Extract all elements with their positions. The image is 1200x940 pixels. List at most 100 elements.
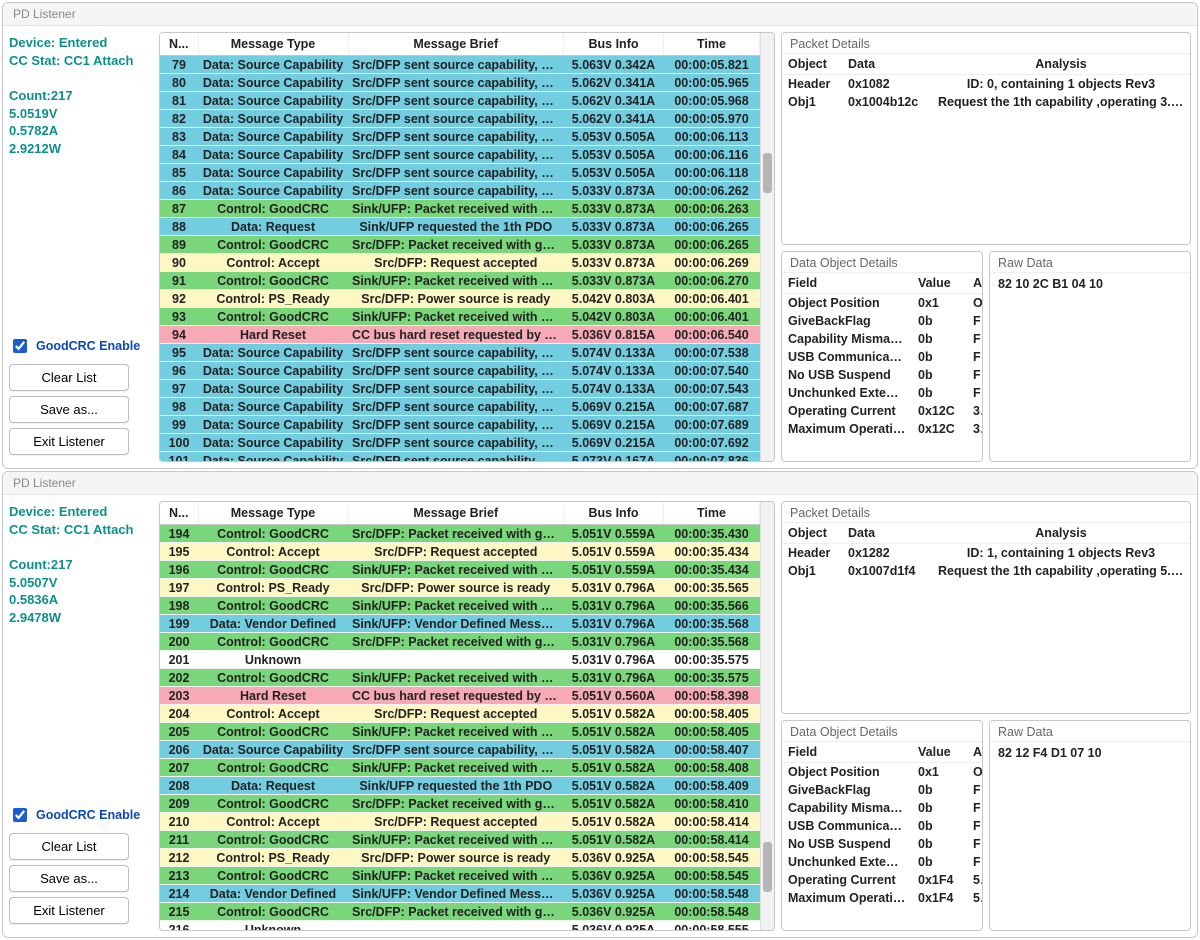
scrollbar-thumb[interactable] — [763, 842, 772, 892]
side-panel: Device: EnteredCC Stat: CC1 AttachCount:… — [3, 26, 159, 468]
table-row[interactable]: 84Data: Source CapabilitySrc/DFP sent so… — [160, 146, 760, 164]
table-row[interactable]: 214Data: Vendor DefinedSink/UFP: Vendor … — [160, 885, 760, 903]
data-object-details-panel: Data Object Details FieldValueAnalysisOb… — [781, 251, 983, 462]
table-row[interactable]: 198Control: GoodCRCSink/UFP: Packet rece… — [160, 597, 760, 615]
scrollbar-thumb[interactable] — [763, 153, 772, 193]
dod-row[interactable]: Object Position0x1Object(PDO) 1 — [782, 763, 982, 782]
dod-row[interactable]: Operating Current0x1F45000mA — [782, 871, 982, 889]
table-row[interactable]: 215Control: GoodCRCSrc/DFP: Packet recei… — [160, 903, 760, 921]
table-row[interactable]: 211Control: GoodCRCSink/UFP: Packet rece… — [160, 831, 760, 849]
packet-row[interactable]: Obj10x1007d1f4Request the 1th capability… — [782, 562, 1190, 580]
data-object-details-title: Data Object Details — [782, 252, 982, 273]
table-row[interactable]: 204Control: AcceptSrc/DFP: Request accep… — [160, 705, 760, 723]
message-table-container: N... Message Type Message Brief Bus Info… — [159, 501, 775, 931]
table-row[interactable]: 196Control: GoodCRCSink/UFP: Packet rece… — [160, 561, 760, 579]
device-status: Device: EnteredCC Stat: CC1 Attach — [9, 34, 153, 69]
scrollbar[interactable] — [760, 502, 774, 930]
window-title: PD Listener — [3, 472, 1197, 495]
table-row[interactable]: 80Data: Source CapabilitySrc/DFP sent so… — [160, 74, 760, 92]
table-row[interactable]: 197Control: PS_ReadySrc/DFP: Power sourc… — [160, 579, 760, 597]
side-panel: Device: EnteredCC Stat: CC1 AttachCount:… — [3, 495, 159, 937]
table-row[interactable]: 81Data: Source CapabilitySrc/DFP sent so… — [160, 92, 760, 110]
table-row[interactable]: 212Control: PS_ReadySrc/DFP: Power sourc… — [160, 849, 760, 867]
table-row[interactable]: 98Data: Source CapabilitySrc/DFP sent so… — [160, 398, 760, 416]
packet-row[interactable]: Header0x1082ID: 0, containing 1 objects … — [782, 75, 1190, 94]
dod-row[interactable]: No USB Suspend0bFalse — [782, 366, 982, 384]
table-row[interactable]: 93Control: GoodCRCSink/UFP: Packet recei… — [160, 308, 760, 326]
col-bus[interactable]: Bus Info — [564, 502, 664, 525]
dod-row[interactable]: No USB Suspend0bFalse — [782, 835, 982, 853]
dod-row[interactable]: Object Position0x1Object(PDO) 1 — [782, 294, 982, 313]
clear-list-button[interactable]: Clear List — [9, 364, 129, 391]
packet-row[interactable]: Header0x1282ID: 1, containing 1 objects … — [782, 544, 1190, 563]
goodcrc-enable-checkbox[interactable]: GoodCRC Enable — [9, 805, 153, 825]
table-row[interactable]: 101Data: Source CapabilitySrc/DFP sent s… — [160, 452, 760, 462]
table-row[interactable]: 202Control: GoodCRCSink/UFP: Packet rece… — [160, 669, 760, 687]
table-row[interactable]: 100Data: Source CapabilitySrc/DFP sent s… — [160, 434, 760, 452]
table-row[interactable]: 90Control: AcceptSrc/DFP: Request accept… — [160, 254, 760, 272]
table-row[interactable]: 82Data: Source CapabilitySrc/DFP sent so… — [160, 110, 760, 128]
table-row[interactable]: 85Data: Source CapabilitySrc/DFP sent so… — [160, 164, 760, 182]
col-bus[interactable]: Bus Info — [564, 33, 664, 56]
table-row[interactable]: 210Control: AcceptSrc/DFP: Request accep… — [160, 813, 760, 831]
goodcrc-enable-checkbox[interactable]: GoodCRC Enable — [9, 336, 153, 356]
col-num[interactable]: N... — [160, 502, 198, 525]
exit-listener-button[interactable]: Exit Listener — [9, 428, 129, 455]
exit-listener-button[interactable]: Exit Listener — [9, 897, 129, 924]
data-object-details-panel: Data Object Details FieldValueAnalysisOb… — [781, 720, 983, 931]
dod-row[interactable]: Unchunked Extende...0bFalse — [782, 853, 982, 871]
table-row[interactable]: 83Data: Source CapabilitySrc/DFP sent so… — [160, 128, 760, 146]
pd-listener-panel: PD ListenerDevice: EnteredCC Stat: CC1 A… — [2, 471, 1198, 938]
dod-row[interactable]: GiveBackFlag0bFalse — [782, 781, 982, 799]
col-brief[interactable]: Message Brief — [348, 502, 564, 525]
raw-data-panel: Raw Data 82 12 F4 D1 07 10 — [989, 720, 1191, 931]
dod-row[interactable]: Capability Mismatch0bFalse — [782, 799, 982, 817]
save-as-button[interactable]: Save as... — [9, 865, 129, 892]
col-num[interactable]: N... — [160, 33, 198, 56]
table-row[interactable]: 208Data: RequestSink/UFP requested the 1… — [160, 777, 760, 795]
col-time[interactable]: Time — [664, 502, 760, 525]
dod-row[interactable]: USB Communicatio...0bFalse — [782, 817, 982, 835]
clear-list-button[interactable]: Clear List — [9, 833, 129, 860]
dod-row[interactable]: Operating Current0x12C3000mA — [782, 402, 982, 420]
table-row[interactable]: 95Data: Source CapabilitySrc/DFP sent so… — [160, 344, 760, 362]
dod-row[interactable]: USB Communicatio...0bFalse — [782, 348, 982, 366]
pd-listener-panel: PD ListenerDevice: EnteredCC Stat: CC1 A… — [2, 2, 1198, 469]
table-row[interactable]: 216Unknown5.036V 0.925A00:00:58.555 — [160, 921, 760, 931]
table-row[interactable]: 194Control: GoodCRCSrc/DFP: Packet recei… — [160, 525, 760, 543]
save-as-button[interactable]: Save as... — [9, 396, 129, 423]
col-time[interactable]: Time — [664, 33, 760, 56]
table-row[interactable]: 199Data: Vendor DefinedSink/UFP: Vendor … — [160, 615, 760, 633]
table-row[interactable]: 207Control: GoodCRCSink/UFP: Packet rece… — [160, 759, 760, 777]
table-row[interactable]: 97Data: Source CapabilitySrc/DFP sent so… — [160, 380, 760, 398]
table-row[interactable]: 195Control: AcceptSrc/DFP: Request accep… — [160, 543, 760, 561]
table-row[interactable]: 94Hard ResetCC bus hard reset requested … — [160, 326, 760, 344]
table-row[interactable]: 209Control: GoodCRCSrc/DFP: Packet recei… — [160, 795, 760, 813]
packet-row[interactable]: Obj10x1004b12cRequest the 1th capability… — [782, 93, 1190, 111]
raw-data-hex: 82 10 2C B1 04 10 — [990, 273, 1190, 295]
table-row[interactable]: 206Data: Source CapabilitySrc/DFP sent s… — [160, 741, 760, 759]
dod-row[interactable]: Maximum Operatin...0x1F45000mA — [782, 889, 982, 907]
table-row[interactable]: 86Data: Source CapabilitySrc/DFP sent so… — [160, 182, 760, 200]
dod-row[interactable]: GiveBackFlag0bFalse — [782, 312, 982, 330]
col-type[interactable]: Message Type — [198, 502, 348, 525]
table-row[interactable]: 89Control: GoodCRCSrc/DFP: Packet receiv… — [160, 236, 760, 254]
table-row[interactable]: 201Unknown5.031V 0.796A00:00:35.575 — [160, 651, 760, 669]
dod-row[interactable]: Unchunked Extende...0bFalse — [782, 384, 982, 402]
dod-row[interactable]: Maximum Operatin...0x12C3000mA — [782, 420, 982, 438]
table-row[interactable]: 91Control: GoodCRCSink/UFP: Packet recei… — [160, 272, 760, 290]
table-row[interactable]: 96Data: Source CapabilitySrc/DFP sent so… — [160, 362, 760, 380]
scrollbar[interactable] — [760, 33, 774, 461]
col-brief[interactable]: Message Brief — [348, 33, 564, 56]
col-type[interactable]: Message Type — [198, 33, 348, 56]
table-row[interactable]: 79Data: Source CapabilitySrc/DFP sent so… — [160, 56, 760, 74]
table-row[interactable]: 200Control: GoodCRCSrc/DFP: Packet recei… — [160, 633, 760, 651]
table-row[interactable]: 99Data: Source CapabilitySrc/DFP sent so… — [160, 416, 760, 434]
table-row[interactable]: 92Control: PS_ReadySrc/DFP: Power source… — [160, 290, 760, 308]
table-row[interactable]: 213Control: GoodCRCSink/UFP: Packet rece… — [160, 867, 760, 885]
table-row[interactable]: 88Data: RequestSink/UFP requested the 1t… — [160, 218, 760, 236]
table-row[interactable]: 87Control: GoodCRCSink/UFP: Packet recei… — [160, 200, 760, 218]
dod-row[interactable]: Capability Mismatch0bFalse — [782, 330, 982, 348]
table-row[interactable]: 203Hard ResetCC bus hard reset requested… — [160, 687, 760, 705]
table-row[interactable]: 205Control: GoodCRCSink/UFP: Packet rece… — [160, 723, 760, 741]
